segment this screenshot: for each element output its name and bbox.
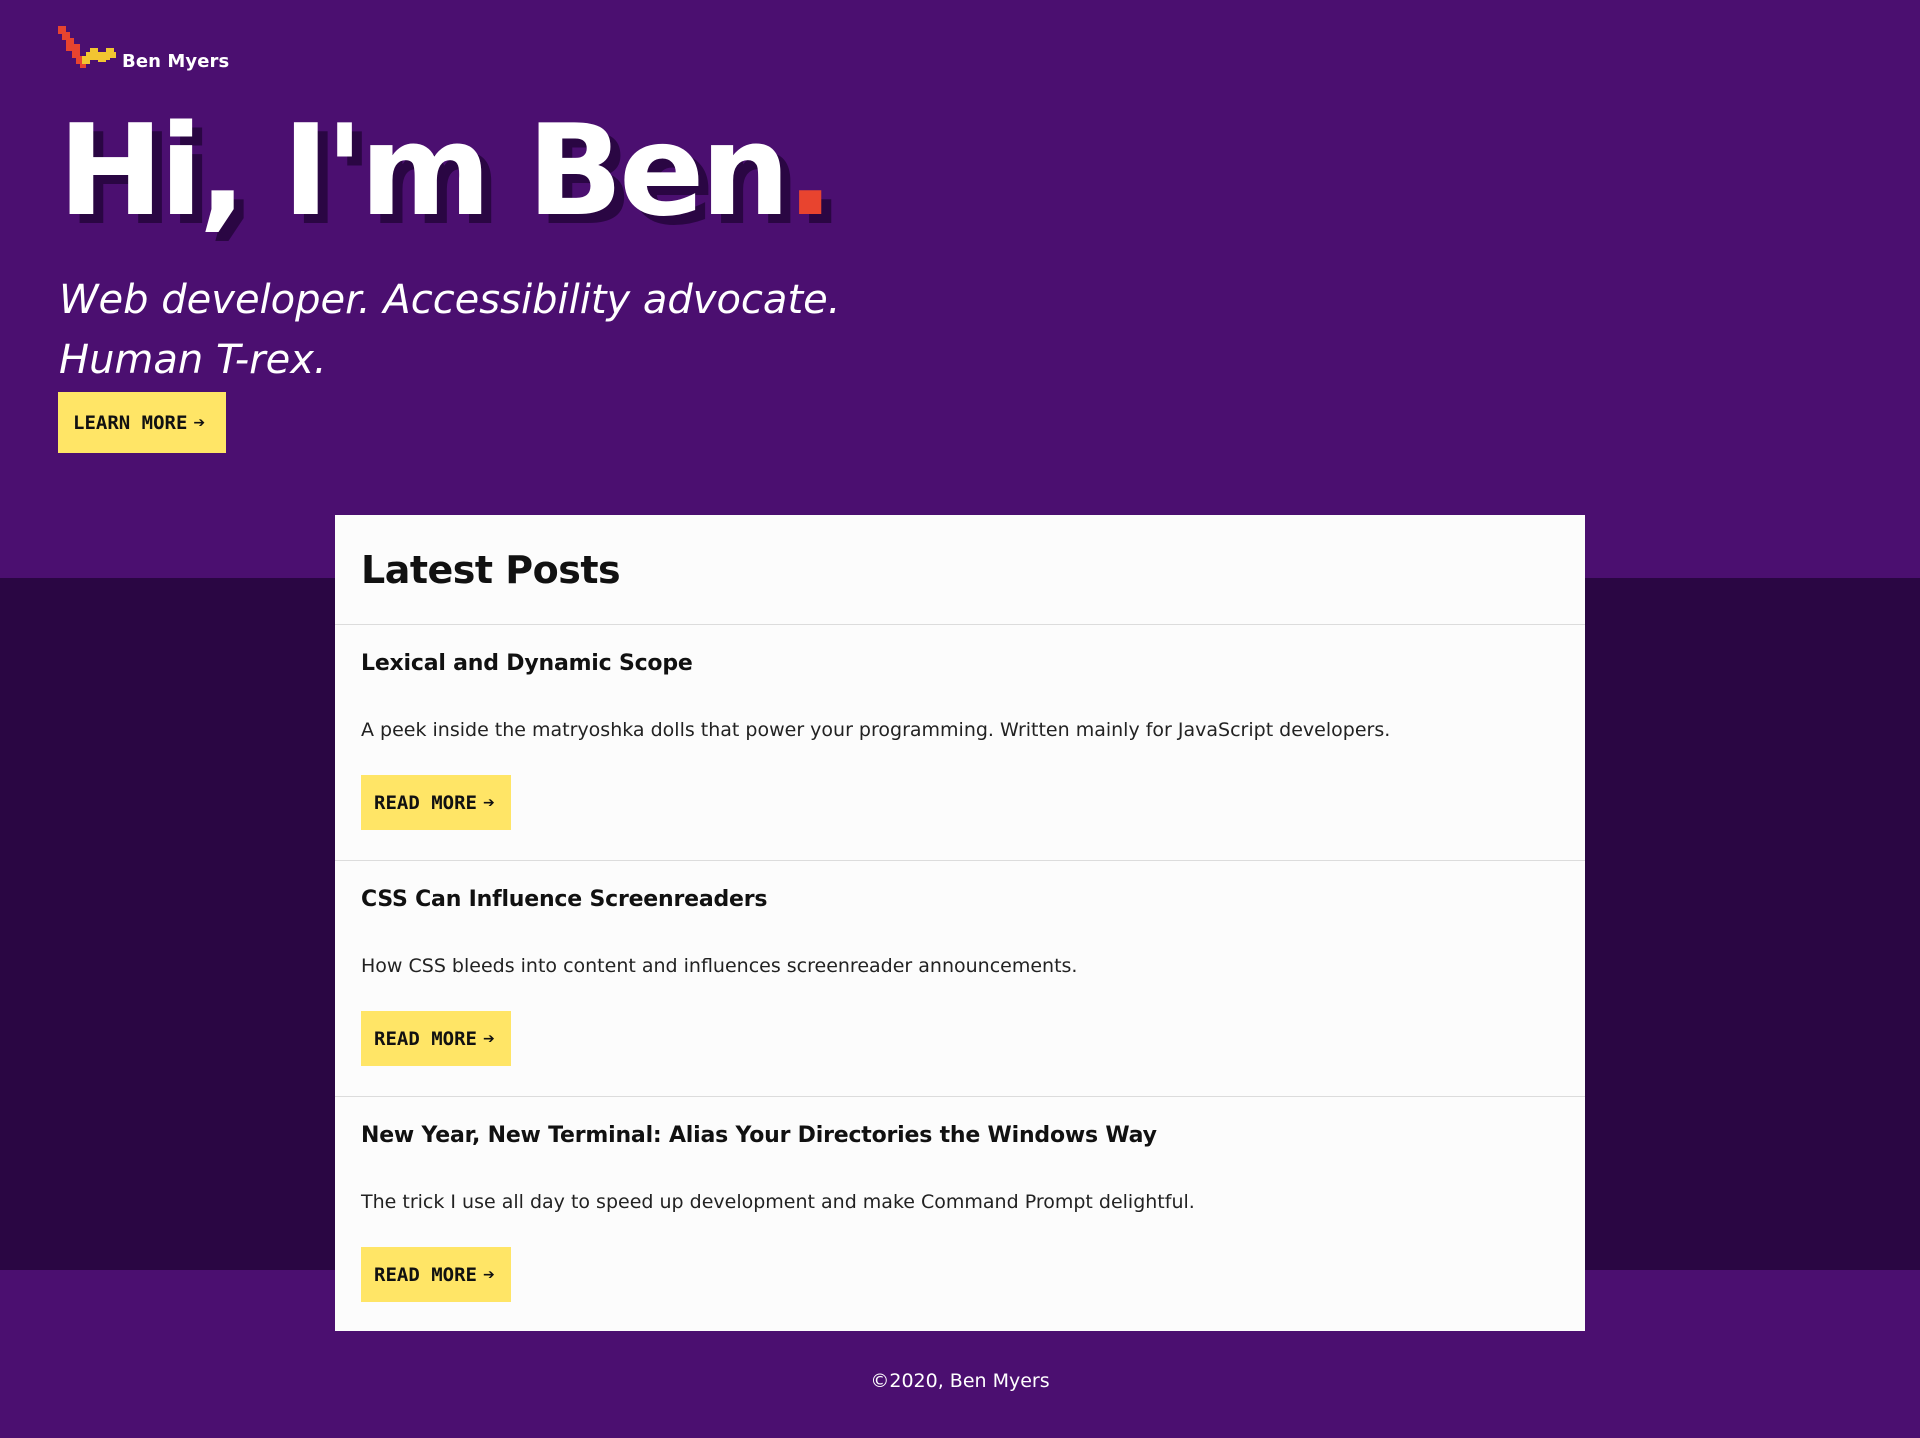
- lightning-bolt-icon: [58, 26, 116, 68]
- post-title-link[interactable]: Lexical and Dynamic Scope: [361, 651, 693, 676]
- hero-tagline: Web developer. Accessibility advocate. H…: [59, 277, 841, 383]
- post-title: New Year, New Terminal: Alias Your Direc…: [361, 1123, 1157, 1148]
- post-title: Lexical and Dynamic Scope: [361, 651, 693, 676]
- read-more-button[interactable]: READ MORE ➔: [361, 775, 511, 830]
- post-title: CSS Can Influence Screenreaders: [361, 887, 768, 912]
- post-description: The trick I use all day to speed up deve…: [361, 1191, 1195, 1213]
- brand-home-link[interactable]: Ben Myers: [58, 18, 229, 78]
- page-footer: ©2020, Ben Myers: [0, 1370, 1920, 1392]
- hero-title-text: Hi, I'm Ben: [58, 97, 790, 244]
- post-description: How CSS bleeds into content and influenc…: [361, 955, 1078, 977]
- post-title-link[interactable]: New Year, New Terminal: Alias Your Direc…: [361, 1123, 1157, 1148]
- post-item: CSS Can Influence Screenreaders How CSS …: [335, 861, 1585, 1097]
- copyright-text: ©2020, Ben Myers: [870, 1370, 1050, 1392]
- read-more-label: READ MORE: [374, 1263, 477, 1286]
- post-description: A peek inside the matryoshka dolls that …: [361, 719, 1391, 741]
- learn-more-label: LEARN MORE: [73, 411, 188, 434]
- read-more-button[interactable]: READ MORE ➔: [361, 1011, 511, 1066]
- latest-posts-card: Latest Posts Lexical and Dynamic Scope A…: [335, 515, 1585, 1331]
- post-item: Lexical and Dynamic Scope A peek inside …: [335, 625, 1585, 861]
- latest-posts-header: Latest Posts: [335, 515, 1585, 625]
- latest-posts-heading: Latest Posts: [361, 547, 621, 592]
- post-title-link[interactable]: CSS Can Influence Screenreaders: [361, 887, 768, 912]
- arrow-right-icon: ➔: [193, 414, 206, 431]
- hero-title: Hi, I'm Ben.: [58, 96, 834, 246]
- brand-name: Ben Myers: [122, 51, 230, 72]
- arrow-right-icon: ➔: [482, 1266, 495, 1283]
- read-more-button[interactable]: READ MORE ➔: [361, 1247, 511, 1302]
- read-more-label: READ MORE: [374, 791, 477, 814]
- hero-section: Ben Myers Hi, I'm Ben. Web developer. Ac…: [0, 0, 1920, 578]
- read-more-label: READ MORE: [374, 1027, 477, 1050]
- arrow-right-icon: ➔: [482, 1030, 495, 1047]
- hero-title-dot: .: [786, 97, 834, 244]
- post-item: New Year, New Terminal: Alias Your Direc…: [335, 1097, 1585, 1333]
- learn-more-button[interactable]: LEARN MORE ➔: [58, 392, 226, 453]
- arrow-right-icon: ➔: [482, 794, 495, 811]
